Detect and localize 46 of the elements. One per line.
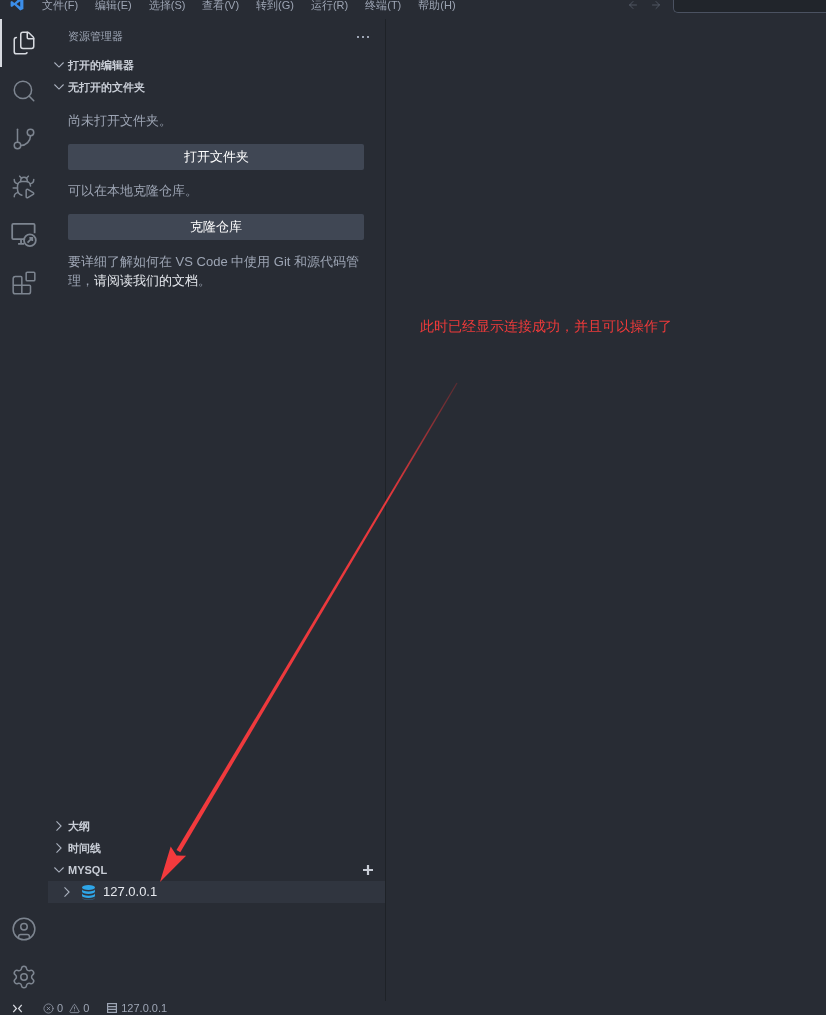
menu-item[interactable]: 运行(R) [310, 0, 349, 11]
welcome-text: 可以在本地克隆仓库。 [68, 182, 199, 200]
section-header[interactable]: 无打开的文件夹 [48, 76, 373, 98]
settings-icon [11, 964, 37, 990]
play-bug-icon [11, 174, 37, 200]
branch-icon [11, 126, 37, 152]
connection-status[interactable]: 127.0.0.1 [107, 1001, 168, 1015]
monitor-icon [11, 222, 37, 248]
tree-item[interactable]: 127.0.0.1 [48, 881, 385, 903]
search-icon [11, 78, 37, 104]
welcome-button[interactable]: 克隆仓库 [68, 214, 364, 240]
welcome-button[interactable]: 打开文件夹 [68, 144, 364, 170]
files-icon [11, 30, 37, 56]
server-icon [107, 1003, 118, 1013]
menu-item[interactable]: 文件(F) [42, 0, 79, 11]
menu-item[interactable]: 选择(S) [148, 0, 186, 11]
more-actions-icon[interactable] [357, 35, 369, 38]
warning-icon [69, 1002, 81, 1014]
error-icon [43, 1002, 54, 1014]
user-circle-icon [11, 916, 37, 942]
problems-button[interactable]: 0 0 [43, 1001, 90, 1015]
chevron-right-icon [56, 821, 62, 831]
database-icon [82, 884, 95, 900]
plus-icon[interactable] [363, 865, 373, 875]
connection-label: 127.0.0.1 [103, 883, 158, 902]
section-header[interactable]: 大纲 [48, 815, 373, 837]
chevron-right-icon [56, 843, 62, 853]
app-logo [10, 0, 24, 11]
menu-item[interactable]: 转到(G) [256, 0, 294, 11]
blocks-icon [11, 270, 37, 296]
chevron-down-icon [54, 867, 64, 873]
annotation-text: 此时已经显示连接成功，并且可以操作了 [420, 317, 673, 336]
command-center-field[interactable] [673, 0, 826, 13]
remote-icon[interactable] [12, 1003, 23, 1013]
menu-item[interactable]: 帮助(H) [418, 0, 456, 11]
chevron-down-icon [54, 84, 64, 90]
sidebar-title: 资源管理器 [68, 29, 123, 45]
menu-item[interactable]: 终端(T) [365, 0, 402, 11]
section-header[interactable]: 时间线 [48, 837, 373, 859]
menu-item[interactable]: 编辑(E) [95, 0, 132, 11]
welcome-text: 尚未打开文件夹。 [68, 112, 173, 130]
menu-item[interactable]: 查看(V) [202, 0, 240, 11]
chevron-down-icon [54, 62, 64, 68]
docs-link[interactable]: 请阅读我们的文档 [94, 273, 198, 288]
section-header[interactable]: 打开的编辑器 [48, 54, 373, 76]
help-paragraph: 要详细了解如何在 VS Code 中使用 Git 和源代码管理，请阅读我们的文档。 [68, 253, 361, 290]
